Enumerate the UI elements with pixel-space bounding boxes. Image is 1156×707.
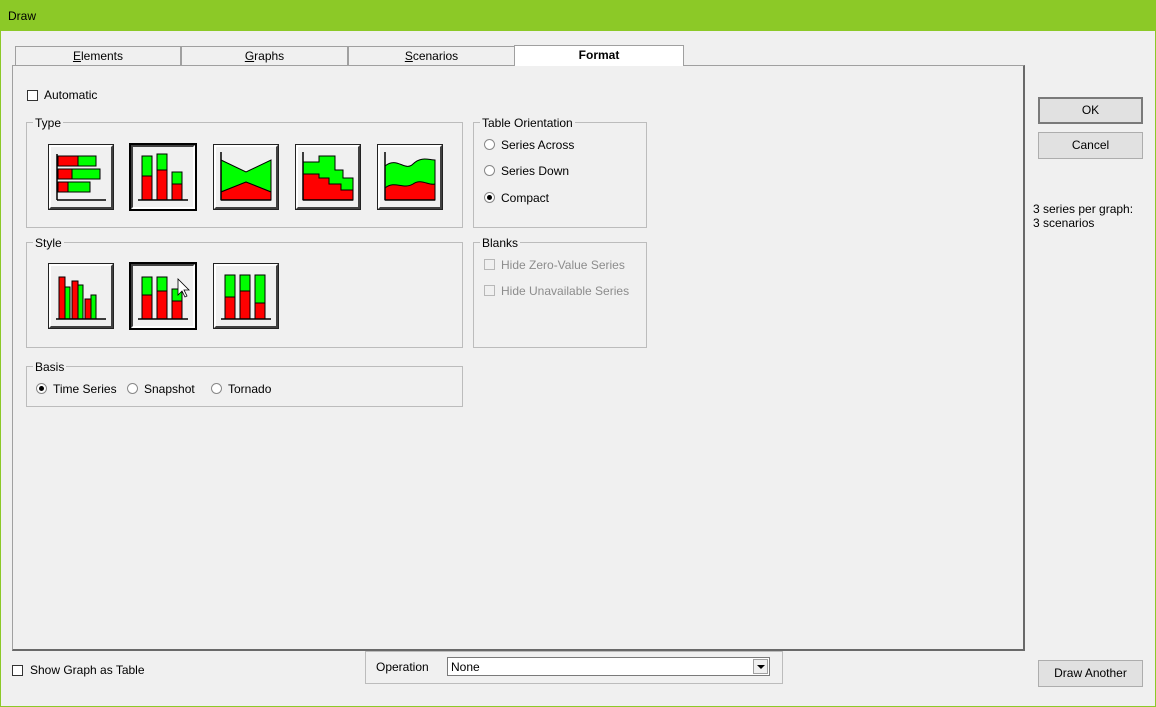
basis-tornado-radio[interactable] (211, 383, 222, 394)
basis-snapshot-radio[interactable] (127, 383, 138, 394)
scenarios-info-text: 3 scenarios (1033, 216, 1095, 230)
chevron-down-icon[interactable] (753, 659, 768, 674)
basis-group-label: Basis (33, 360, 67, 374)
window-border-left (0, 31, 1, 707)
hide-zero-value-checkbox[interactable] (484, 259, 495, 270)
horizontal-bar-chart-icon[interactable] (49, 145, 113, 209)
ok-button[interactable]: OK (1038, 97, 1143, 124)
draw-another-button[interactable]: Draw Another (1038, 660, 1143, 687)
operation-select-value: None (451, 660, 480, 674)
series-across-label: Series Across (501, 138, 575, 152)
automatic-label: Automatic (44, 88, 98, 102)
series-down-radio[interactable] (484, 165, 495, 176)
tornado-area-chart-icon[interactable] (214, 145, 278, 209)
operation-label: Operation (376, 660, 429, 674)
series-across-radio[interactable] (484, 139, 495, 150)
basis-snapshot-label: Snapshot (144, 382, 195, 396)
hide-zero-value-label: Hide Zero-Value Series (501, 258, 625, 272)
basis-tornado-label: Tornado (228, 382, 272, 396)
tab-scenarios[interactable]: Scenarios (348, 46, 515, 65)
automatic-checkbox[interactable] (27, 90, 38, 101)
hide-unavailable-label: Hide Unavailable Series (501, 284, 630, 298)
style-group-label: Style (33, 236, 64, 250)
tab-elements[interactable]: Elements (15, 46, 181, 65)
show-graph-as-table-checkbox[interactable] (12, 665, 23, 676)
series-info-text: 3 series per graph: (1033, 202, 1134, 216)
series-down-label: Series Down (501, 164, 570, 178)
show-graph-as-table-label: Show Graph as Table (30, 663, 145, 677)
clustered-bars-icon[interactable] (49, 264, 113, 328)
stacked-bars-icon[interactable] (131, 264, 195, 328)
vertical-bar-chart-icon[interactable] (131, 145, 195, 209)
hide-unavailable-checkbox[interactable] (484, 285, 495, 296)
blanks-group-label: Blanks (480, 236, 521, 250)
type-group-label: Type (33, 116, 64, 130)
title-bar: Draw (0, 0, 1156, 31)
window-title: Draw (8, 9, 37, 23)
tab-format[interactable]: Format (514, 45, 684, 66)
step-chart-icon[interactable] (296, 145, 360, 209)
full-stacked-bars-icon[interactable] (214, 264, 278, 328)
compact-label: Compact (501, 191, 550, 205)
tab-graphs[interactable]: Graphs (181, 46, 348, 65)
cancel-button[interactable]: Cancel (1038, 132, 1143, 159)
basis-time-series-radio[interactable] (36, 383, 47, 394)
area-chart-icon[interactable] (378, 145, 442, 209)
table-orientation-label: Table Orientation (480, 116, 575, 130)
basis-time-series-label: Time Series (53, 382, 117, 396)
operation-select[interactable]: None (447, 657, 770, 676)
compact-radio[interactable] (484, 192, 495, 203)
